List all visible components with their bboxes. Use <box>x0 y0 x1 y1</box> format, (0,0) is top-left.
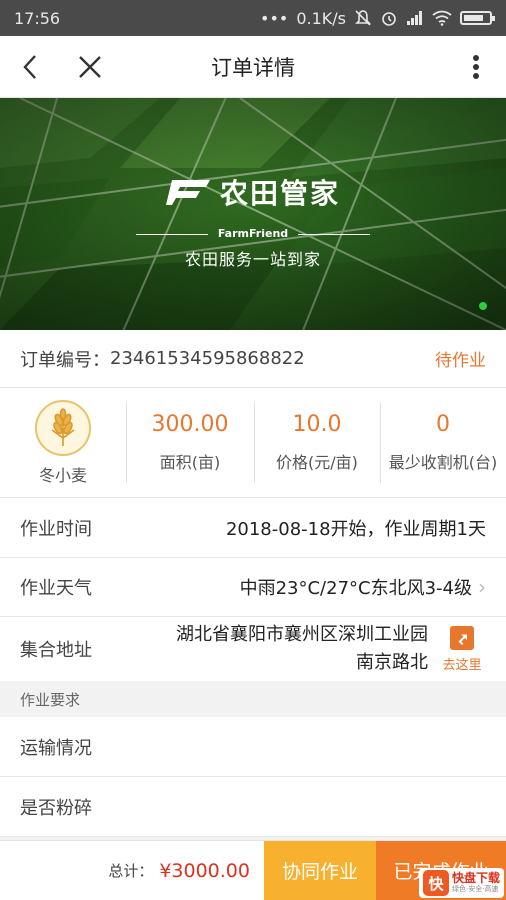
wifi-icon <box>432 10 452 26</box>
signal-icon <box>407 11 422 25</box>
close-icon <box>79 55 101 78</box>
chevron-right-icon: › <box>478 575 486 599</box>
cooperative-work-button[interactable]: 协同作业 <box>264 841 376 900</box>
price-label: 价格(元/亩) <box>276 453 358 472</box>
crop-name: 冬小麦 <box>38 465 87 485</box>
price-stat: 10.0 价格(元/亩) <box>254 388 380 497</box>
work-completed-button[interactable]: 已完成作业 快 快盘下载 绿色·安全·高速 <box>376 841 506 900</box>
harvester-stat: 0 最少收割机(台) <box>380 388 506 497</box>
farm-logo-icon <box>165 180 210 205</box>
address-line-2: 南京路北 <box>356 652 428 673</box>
weather-row[interactable]: 作业天气 中雨23°C/27°C东北风3-4级 › <box>0 558 506 617</box>
close-button[interactable] <box>60 36 120 98</box>
address-label: 集合地址 <box>20 640 92 661</box>
watermark-subtitle: 绿色·安全·高速 <box>451 885 499 893</box>
brand-english-text: FarmFriend <box>217 227 289 240</box>
work-time-label: 作业时间 <box>20 518 92 540</box>
order-status-badge: 待作业 <box>435 351 486 371</box>
chevron-left-icon <box>23 54 36 79</box>
navigate-button[interactable]: 去这里 <box>438 625 486 673</box>
work-time-row: 作业时间 2018-08-18开始，作业周期1天 <box>0 498 506 558</box>
area-value: 300.00 <box>151 412 229 437</box>
banner-carousel[interactable]: 农田管家 FarmFriend 农田服务一站到家 <box>0 98 506 330</box>
alarm-icon <box>382 12 396 26</box>
farmland-image <box>0 98 506 330</box>
status-time: 17:56 <box>14 8 61 28</box>
status-bar: 17:56 ••• 0.1K/s <box>0 0 506 36</box>
area-label: 面积(亩) <box>159 453 221 472</box>
brand-slogan: 农田服务一站到家 <box>184 250 321 269</box>
back-button[interactable] <box>0 36 60 98</box>
harvester-label: 最少收割机(台) <box>388 453 498 472</box>
navigate-label: 去这里 <box>442 657 482 673</box>
transport-row: 运输情况 <box>0 717 506 777</box>
navigate-icon <box>450 625 474 650</box>
status-icons: ••• 0.1K/s <box>260 8 495 28</box>
battery-icon <box>460 11 495 25</box>
carousel-indicator[interactable] <box>479 302 487 310</box>
requirements-section-title: 作业要求 <box>0 681 506 717</box>
watermark-title: 快盘下载 <box>451 871 500 885</box>
watermark-logo-icon: 快 <box>422 870 449 896</box>
total-label: 总计： <box>108 862 154 880</box>
battery-fill <box>464 15 484 21</box>
address-line-1: 湖北省襄阳市襄州区深圳工业园 <box>176 624 428 645</box>
total-summary: 总计： ¥3000.00 <box>0 841 264 900</box>
brand-logo: 农田管家 <box>0 172 506 212</box>
brand-english: FarmFriend <box>0 227 506 240</box>
transport-label: 运输情况 <box>20 737 92 759</box>
crush-row: 是否粉碎 <box>0 777 506 837</box>
wheat-icon <box>35 399 91 456</box>
weather-label: 作业天气 <box>20 578 92 599</box>
more-button[interactable] <box>456 36 496 98</box>
order-number-label: 订单编号： <box>20 349 110 371</box>
network-speed: 0.1K/s <box>296 8 346 28</box>
area-stat: 300.00 面积(亩) <box>126 388 254 497</box>
harvester-value: 0 <box>436 412 450 437</box>
weather-value: 中雨23°C/27°C东北风3-4级 <box>239 578 472 599</box>
order-number-row: 订单编号： 23461534595868822 待作业 <box>0 330 506 388</box>
order-number: 23461534595868822 <box>110 348 305 369</box>
order-stats: 冬小麦 300.00 面积(亩) 10.0 价格(元/亩) 0 最少收割机(台) <box>0 388 506 498</box>
address-row: 集合地址 湖北省襄阳市襄州区深圳工业园 南京路北 去这里 <box>0 617 506 681</box>
more-dots-icon: ••• <box>260 8 289 28</box>
more-vertical-icon <box>473 55 479 79</box>
address-value: 湖北省襄阳市襄州区深圳工业园 南京路北 <box>150 621 438 677</box>
total-value: ¥3000.00 <box>159 859 250 882</box>
crop-stat: 冬小麦 <box>0 388 126 497</box>
price-value: 10.0 <box>292 412 342 437</box>
bottom-action-bar: 总计： ¥3000.00 协同作业 已完成作业 快 快盘下载 绿色·安全·高速 <box>0 840 506 900</box>
work-time-value: 2018-08-18开始，作业周期1天 <box>225 518 486 540</box>
mute-icon <box>355 10 371 26</box>
watermark: 快 快盘下载 绿色·安全·高速 <box>418 868 504 898</box>
crush-label: 是否粉碎 <box>20 797 92 819</box>
nav-bar: 订单详情 <box>0 36 506 98</box>
brand-name: 农田管家 <box>219 177 340 210</box>
